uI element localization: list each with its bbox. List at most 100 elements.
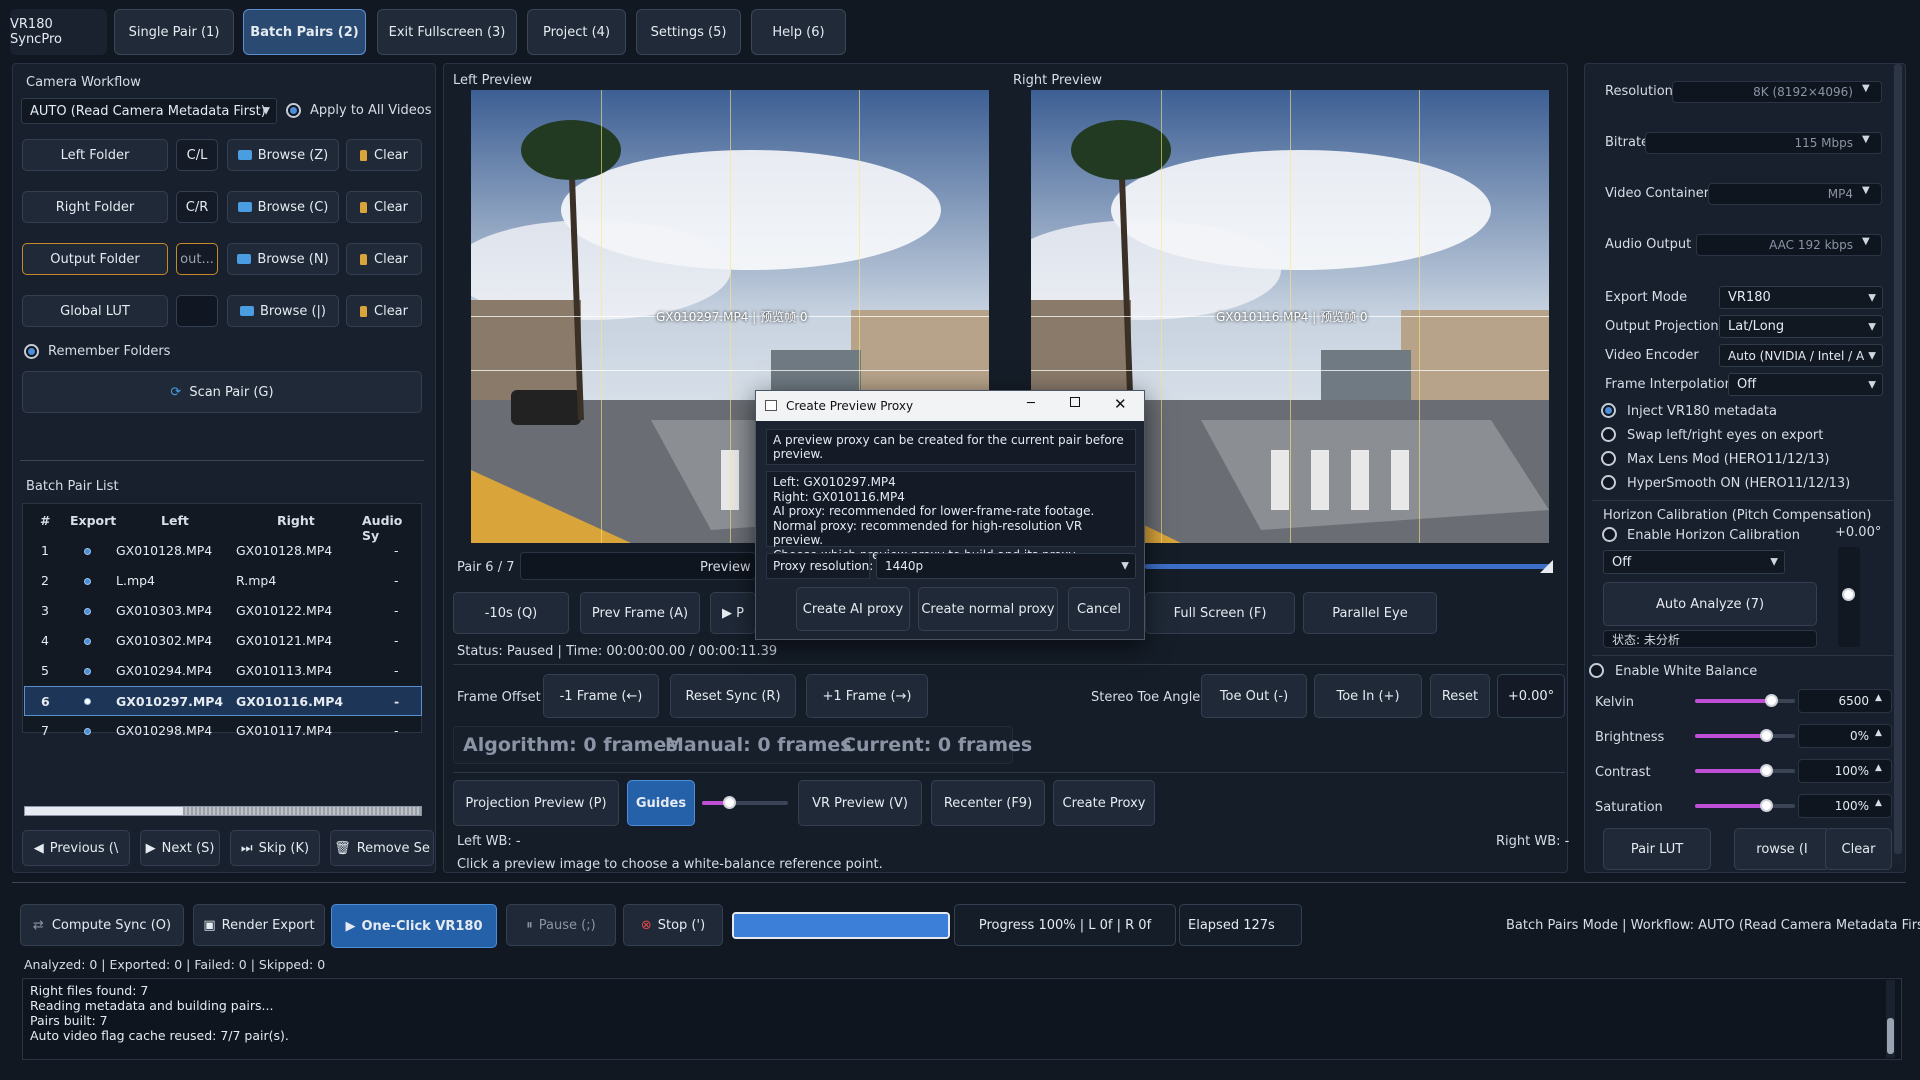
contrast-slider-handle[interactable]: [1760, 764, 1773, 777]
clear-pair-lut-button[interactable]: Clear: [1825, 828, 1892, 870]
reset-sync-button[interactable]: Reset Sync (R): [670, 674, 796, 718]
horizon-enable-radio[interactable]: [1602, 527, 1617, 542]
output-folder-button[interactable]: Output Folder: [22, 243, 168, 275]
browse-left-button[interactable]: Browse (Z): [227, 139, 339, 171]
pause-button[interactable]: ⏸ Pause (;): [506, 904, 616, 946]
table-row[interactable]: 2 L.mp4 R.mp4-: [24, 566, 422, 596]
kelvin-slider-handle[interactable]: [1765, 694, 1778, 707]
table-row[interactable]: 4 GX010302.MP4 GX010121.MP4-: [24, 626, 422, 656]
table-row[interactable]: 7 GX010298.MP4 GX010117.MP4-: [24, 716, 422, 746]
timeline-end-handle[interactable]: [1540, 560, 1553, 573]
remember-folders-radio[interactable]: [24, 344, 39, 359]
bitrate-select[interactable]: 115 Mbps: [1645, 132, 1882, 154]
audio-select[interactable]: AAC 192 kbps: [1696, 234, 1882, 256]
prev-frame-button[interactable]: Prev Frame (A): [580, 592, 700, 634]
back-10s-button[interactable]: -10s (Q): [453, 592, 569, 634]
export-dot[interactable]: [84, 548, 91, 555]
close-icon[interactable]: ✕: [1114, 395, 1127, 413]
export-mode-select[interactable]: VR180 ▼: [1719, 286, 1883, 309]
right-folder-button[interactable]: Right Folder: [22, 191, 168, 223]
tab-settings[interactable]: Settings (5): [636, 9, 741, 55]
tab-single-pair[interactable]: Single Pair (1): [114, 9, 234, 55]
table-row[interactable]: 5 GX010294.MP4 GX010113.MP4-: [24, 656, 422, 686]
render-export-button[interactable]: ▣ Render Export: [193, 904, 325, 946]
pair-lut-button[interactable]: Pair LUT: [1603, 828, 1711, 870]
table-hscrollbar[interactable]: [24, 806, 422, 816]
export-dot[interactable]: [84, 608, 91, 615]
interp-select[interactable]: Off ▼: [1728, 373, 1883, 396]
left-folder-button[interactable]: Left Folder: [22, 139, 168, 171]
proxy-res-select[interactable]: 1440p ▼: [876, 553, 1136, 579]
saturation-slider-handle[interactable]: [1760, 799, 1773, 812]
kelvin-stepper-icon[interactable]: ▲: [1875, 693, 1882, 703]
browse-lut-button[interactable]: Browse (|): [227, 295, 339, 327]
projection-preview-button[interactable]: Projection Preview (P): [453, 780, 619, 826]
plus-frame-button[interactable]: +1 Frame (→): [806, 674, 928, 718]
cancel-button[interactable]: Cancel: [1068, 587, 1130, 631]
toe-in-button[interactable]: Toe In (+): [1314, 674, 1422, 718]
full-screen-button[interactable]: Full Screen (F): [1145, 592, 1295, 634]
next-button[interactable]: ▶ Next (S): [140, 830, 220, 866]
table-row[interactable]: 1 GX010128.MP4 GX010128.MP4-: [24, 536, 422, 566]
recenter-button[interactable]: Recenter (F9): [931, 780, 1045, 826]
swap-eyes-radio[interactable]: [1601, 427, 1616, 442]
create-proxy-button[interactable]: Create Proxy: [1053, 780, 1155, 826]
timeline-bar[interactable]: [1145, 564, 1553, 569]
encoder-select[interactable]: Auto (NVIDIA / Intel / A ▼: [1719, 344, 1883, 367]
create-ai-proxy-button[interactable]: Create AI proxy: [796, 587, 910, 631]
clear-left-button[interactable]: Clear: [346, 139, 422, 171]
guides-toggle[interactable]: Guides: [627, 780, 695, 826]
brightness-slider-handle[interactable]: [1760, 729, 1773, 742]
tab-help[interactable]: Help (6): [751, 9, 846, 55]
export-dot[interactable]: [84, 698, 91, 705]
projection-select[interactable]: Lat/Long ▼: [1719, 315, 1883, 338]
export-dot[interactable]: [84, 638, 91, 645]
maximize-icon[interactable]: [1070, 397, 1080, 407]
minus-frame-button[interactable]: -1 Frame (←): [543, 674, 659, 718]
inject-metadata-radio[interactable]: [1601, 403, 1616, 418]
play-button[interactable]: ▶ P: [710, 592, 756, 634]
compute-sync-button[interactable]: ⇄ Compute Sync (O): [20, 904, 184, 946]
scan-pair-button[interactable]: ⟳ Scan Pair (G): [22, 371, 422, 413]
one-click-vr180-button[interactable]: ▶ One-Click VR180: [331, 904, 497, 948]
hypersmooth-radio[interactable]: [1601, 475, 1616, 490]
browse-output-button[interactable]: Browse (N): [227, 243, 339, 275]
wb-enable-radio[interactable]: [1589, 663, 1604, 678]
skip-button[interactable]: ⏭ Skip (K): [230, 830, 320, 866]
clear-right-button[interactable]: Clear: [346, 191, 422, 223]
remove-button[interactable]: 🗑 Remove Se: [330, 830, 434, 866]
minimize-icon[interactable]: ─: [1027, 396, 1035, 411]
export-dot[interactable]: [84, 668, 91, 675]
create-normal-proxy-button[interactable]: Create normal proxy: [918, 587, 1058, 631]
container-select[interactable]: MP4: [1708, 183, 1882, 205]
browse-right-button[interactable]: Browse (C): [227, 191, 339, 223]
browse-pair-lut-button[interactable]: rowse (I: [1734, 828, 1830, 870]
saturation-stepper-icon[interactable]: ▲: [1875, 798, 1882, 808]
log-scrollbar[interactable]: [1886, 980, 1895, 1058]
horizon-mode-select[interactable]: Off ▼: [1603, 550, 1785, 574]
vr-preview-button[interactable]: VR Preview (V): [798, 780, 922, 826]
horizon-slider-handle[interactable]: [1842, 588, 1855, 601]
export-dot[interactable]: [84, 578, 91, 585]
right-panel-scrollbar[interactable]: [1893, 64, 1903, 864]
contrast-stepper-icon[interactable]: ▲: [1875, 763, 1882, 773]
table-row[interactable]: 3 GX010303.MP4 GX010122.MP4-: [24, 596, 422, 626]
tab-project[interactable]: Project (4): [527, 9, 626, 55]
max-lens-radio[interactable]: [1601, 451, 1616, 466]
workflow-select[interactable]: AUTO (Read Camera Metadata First) ▼: [21, 98, 277, 124]
toe-reset-button[interactable]: Reset: [1430, 674, 1490, 718]
clear-output-button[interactable]: Clear: [346, 243, 422, 275]
global-lut-button[interactable]: Global LUT: [22, 295, 168, 327]
tab-exit-fullscreen[interactable]: Exit Fullscreen (3): [377, 9, 517, 55]
previous-button[interactable]: ◀ Previous (\: [22, 830, 130, 866]
stop-button[interactable]: ⊗ Stop ('): [623, 904, 723, 946]
resolution-select[interactable]: 8K (8192×4096): [1672, 81, 1882, 103]
table-row-selected[interactable]: 6 GX010297.MP4 GX010116.MP4-: [24, 686, 422, 716]
tab-batch-pairs[interactable]: Batch Pairs (2): [243, 9, 366, 55]
brightness-stepper-icon[interactable]: ▲: [1875, 728, 1882, 738]
clear-lut-button[interactable]: Clear: [346, 295, 422, 327]
toe-out-button[interactable]: Toe Out (-): [1201, 674, 1307, 718]
auto-analyze-button[interactable]: Auto Analyze (7): [1603, 582, 1817, 626]
guides-slider-handle[interactable]: [723, 796, 736, 809]
parallel-eye-button[interactable]: Parallel Eye: [1303, 592, 1437, 634]
